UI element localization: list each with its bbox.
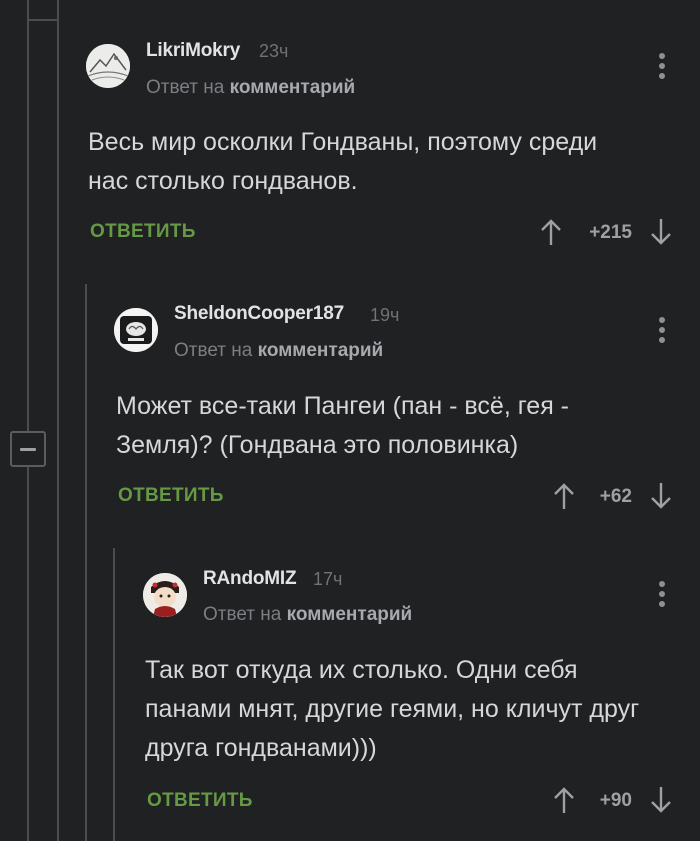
comment-time: 17ч: [313, 569, 343, 589]
reply-to-line: Ответ на комментарий: [203, 604, 412, 626]
reply-button[interactable]: ОТВЕТИТЬ: [147, 790, 253, 812]
doll-avatar-icon: [143, 573, 187, 617]
reply-prefix: Ответ на: [203, 604, 282, 625]
comment-text: Так вот откуда их столько. Одни себя пан…: [145, 656, 640, 762]
author-name[interactable]: RAndoMIZ: [203, 568, 297, 590]
comment-3: RAndoMIZ 17ч Ответ на комментарий Так во…: [0, 0, 700, 841]
rating-value: +90: [599, 790, 632, 811]
downvote-arrow-icon[interactable]: [650, 786, 672, 814]
avatar[interactable]: [143, 573, 187, 617]
reply-target-link[interactable]: комментарий: [287, 604, 413, 625]
more-options-icon[interactable]: [659, 581, 665, 607]
